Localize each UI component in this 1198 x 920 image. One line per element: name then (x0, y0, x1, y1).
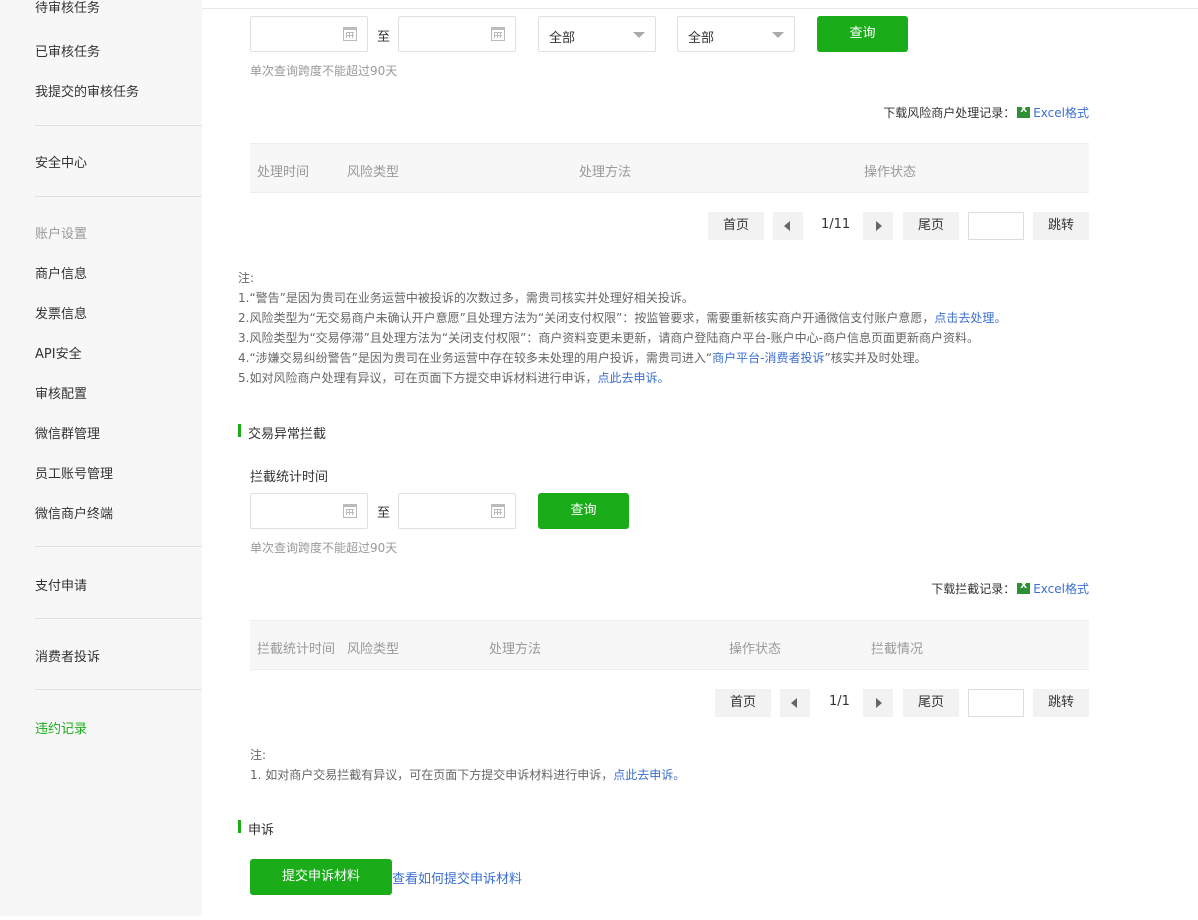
note-process-link[interactable]: 点击去处理。 (934, 311, 1006, 325)
note-line: 5.如对风险商户处理有异议，可在页面下方提交申诉材料进行申诉，点此去申诉。 (238, 368, 1118, 388)
risk-pager-next-button[interactable] (863, 212, 893, 240)
risk-download-row: 下载风险商户处理记录： Excel格式 (883, 104, 1089, 121)
intercept-section-title: 交易异常拦截 (238, 423, 326, 442)
risk-query-button[interactable]: 查询 (817, 16, 908, 52)
sidebar-item-payment-apply[interactable]: 支付申请 (35, 575, 87, 594)
intercept-time-label: 拦截统计时间 (250, 470, 329, 485)
risk-start-date-input[interactable] (250, 16, 368, 52)
sidebar: 待审核任务 已审核任务 我提交的审核任务 安全中心 账户设置 商户信息 发票信息… (0, 0, 202, 916)
sidebar-item-staff-accounts[interactable]: 员工账号管理 (35, 463, 113, 482)
excel-icon (1017, 581, 1031, 594)
sidebar-group-account-settings: 账户设置 (35, 227, 88, 242)
note-line: 1. 如对商户交易拦截有异议，可在页面下方提交申诉材料进行申诉，点此去申诉。 (250, 765, 1070, 785)
chevron-down-icon (633, 32, 645, 38)
note-appeal-link[interactable]: 点此去申诉。 (597, 371, 669, 385)
note-line: 1.“警告”是因为贵司在业务运营中被投诉的次数过多，需贵司核实并处理好相关投诉。 (238, 291, 694, 305)
sidebar-item-api-security[interactable]: API安全 (35, 343, 82, 362)
sidebar-item-merchant-info[interactable]: 商户信息 (35, 263, 87, 282)
note-text: 5.如对风险商户处理有异议，可在页面下方提交申诉材料进行申诉， (238, 371, 598, 385)
chevron-down-icon (772, 32, 784, 38)
column-header: 处理方法 (489, 642, 542, 657)
risk-status-select-value: 全部 (688, 31, 715, 46)
intercept-pager-jump-button[interactable]: 跳转 (1033, 689, 1089, 717)
note-appeal-link[interactable]: 点此去申诉。 (613, 768, 685, 782)
note-text: 2.风险类型为“无交易商户未确认开户意愿”且处理方法为“关闭支付权限”：按监管要… (238, 311, 935, 325)
risk-pager-first-button[interactable]: 首页 (708, 212, 764, 240)
intercept-pager-next-button[interactable] (863, 689, 893, 717)
excel-icon (1017, 105, 1031, 118)
risk-pager-prev-button[interactable] (773, 212, 803, 240)
note-line: 4.“涉嫌交易纠纷警告”是因为贵司在业务运营中存在较多未处理的用户投诉，需贵司进… (238, 348, 1118, 368)
risk-download-label: 下载风险商户处理记录： (883, 106, 1016, 120)
intercept-download-label: 下载拦截记录： (931, 582, 1016, 596)
sidebar-item-invoice-info[interactable]: 发票信息 (35, 303, 87, 322)
intercept-download-excel-link[interactable]: Excel格式 (1033, 582, 1089, 596)
column-header: 风险类型 (347, 165, 400, 180)
sidebar-item-consumer-complaints[interactable]: 消费者投诉 (35, 646, 100, 665)
sidebar-divider (35, 196, 202, 197)
risk-pager-page-indicator: 1/11 (821, 217, 851, 232)
risk-query-hint: 单次查询跨度不能超过90天 (250, 64, 398, 78)
note-text: 1. 如对商户交易拦截有异议，可在页面下方提交申诉材料进行申诉， (250, 768, 614, 782)
column-header: 拦截统计时间 (257, 642, 336, 657)
sidebar-item-merchant-terminal[interactable]: 微信商户终端 (35, 503, 113, 522)
sidebar-item-my-submitted[interactable]: 我提交的审核任务 (35, 81, 139, 100)
sidebar-divider (35, 618, 202, 619)
sidebar-item-security-center[interactable]: 安全中心 (35, 152, 87, 171)
sidebar-divider (35, 689, 202, 690)
date-range-separator: 至 (377, 506, 391, 521)
risk-pager-jump-button[interactable]: 跳转 (1033, 212, 1089, 240)
column-header: 处理时间 (257, 165, 310, 180)
column-header: 拦截情况 (871, 642, 924, 657)
risk-pager-jump-input[interactable] (968, 212, 1024, 240)
notes-title: 注: (238, 271, 255, 285)
notes-title: 注: (250, 748, 267, 762)
submit-appeal-button[interactable]: 提交申诉材料 (250, 859, 392, 895)
column-header: 操作状态 (864, 165, 917, 180)
sidebar-item-violation-records[interactable]: 违约记录 (35, 718, 87, 737)
column-header: 风险类型 (347, 642, 400, 657)
note-line: 2.风险类型为“无交易商户未确认开户意愿”且处理方法为“关闭支付权限”：按监管要… (238, 308, 1118, 328)
sidebar-item-pending-review[interactable]: 待审核任务 (35, 0, 100, 16)
column-header: 操作状态 (729, 642, 782, 657)
risk-table-header: 处理时间 风险类型 处理方法 操作状态 (250, 143, 1089, 193)
risk-download-excel-link[interactable]: Excel格式 (1033, 106, 1089, 120)
main-content: 至 全部 全部 查询 单次查询跨度不能超过90天 下载风险商户处理记录： Exce… (202, 0, 1198, 920)
intercept-end-date-input[interactable] (398, 493, 516, 529)
calendar-icon (491, 27, 505, 41)
date-range-separator: 至 (377, 30, 391, 45)
risk-pager-last-button[interactable]: 尾页 (903, 212, 959, 240)
calendar-icon (491, 504, 505, 518)
note-line: 3.风险类型为“交易停滞”且处理方法为“关闭支付权限”：商户资料变更未更新，请商… (238, 331, 979, 345)
note-complaints-link[interactable]: 商户平台-消费者投诉 (712, 351, 824, 365)
intercept-table-header: 拦截统计时间 风险类型 处理方法 操作状态 拦截情况 (250, 620, 1089, 670)
intercept-query-button[interactable]: 查询 (538, 493, 629, 529)
intercept-pager-jump-input[interactable] (968, 689, 1024, 717)
risk-notes: 注: 1.“警告”是因为贵司在业务运营中被投诉的次数过多，需贵司核实并处理好相关… (238, 268, 1118, 388)
intercept-pager-page-indicator: 1/1 (829, 694, 850, 709)
risk-status-select[interactable]: 全部 (677, 16, 795, 52)
intercept-query-hint: 单次查询跨度不能超过90天 (250, 541, 398, 555)
sidebar-item-review-config[interactable]: 审核配置 (35, 383, 87, 402)
intercept-download-row: 下载拦截记录： Excel格式 (931, 580, 1089, 597)
appeal-section-title: 申诉 (238, 819, 274, 838)
calendar-icon (343, 27, 357, 41)
intercept-pager-last-button[interactable]: 尾页 (903, 689, 959, 717)
intercept-start-date-input[interactable] (250, 493, 368, 529)
risk-type-select-value: 全部 (549, 31, 576, 46)
appeal-help-link[interactable]: 查看如何提交申诉材料 (392, 868, 522, 887)
column-header: 处理方法 (579, 165, 632, 180)
sidebar-item-wechat-group[interactable]: 微信群管理 (35, 423, 100, 442)
intercept-notes: 注: 1. 如对商户交易拦截有异议，可在页面下方提交申诉材料进行申诉，点此去申诉… (250, 745, 1070, 785)
risk-type-select[interactable]: 全部 (538, 16, 656, 52)
calendar-icon (343, 504, 357, 518)
sidebar-divider (35, 546, 202, 547)
intercept-pager-prev-button[interactable] (780, 689, 810, 717)
risk-end-date-input[interactable] (398, 16, 516, 52)
intercept-pager-first-button[interactable]: 首页 (715, 689, 771, 717)
note-text: ”核实并及时处理。 (824, 351, 927, 365)
sidebar-item-reviewed[interactable]: 已审核任务 (35, 41, 100, 60)
sidebar-divider (35, 125, 202, 126)
note-text: 4.“涉嫌交易纠纷警告”是因为贵司在业务运营中存在较多未处理的用户投诉，需贵司进… (238, 351, 713, 365)
